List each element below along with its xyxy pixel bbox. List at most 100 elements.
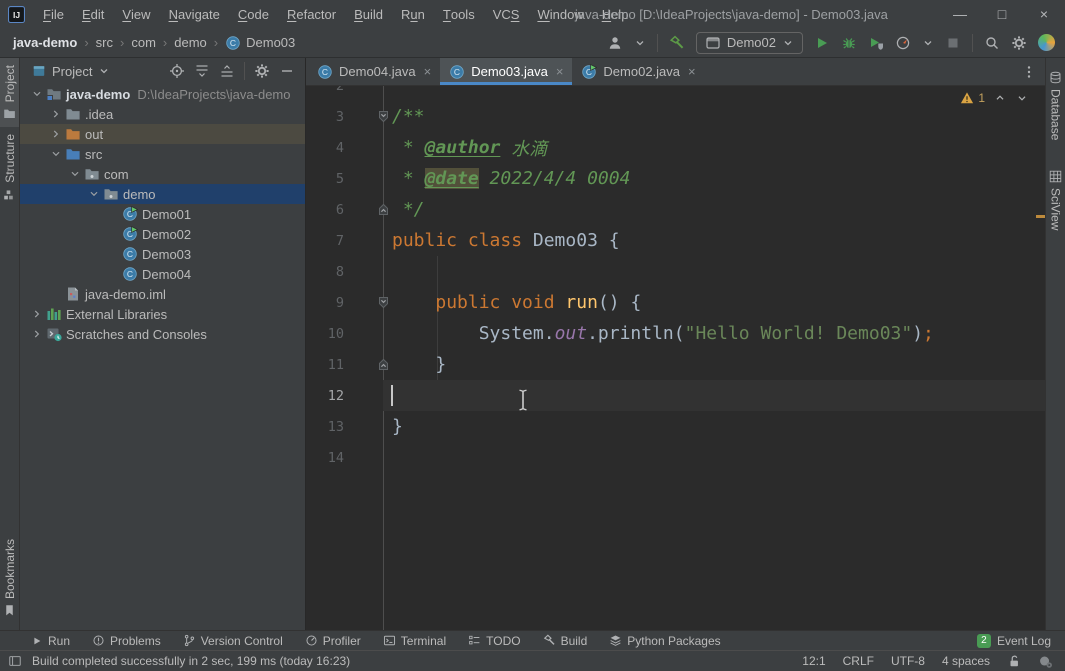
code-line-5[interactable]: 5 * @date 2022/4/4 0004 [306,163,1045,194]
tab-close-icon[interactable]: × [556,64,564,79]
code-line-3[interactable]: 3 /** [306,101,1045,132]
editor-tab-Demo04.java[interactable]: C Demo04.java × [308,58,440,85]
colorful-sphere-plugin-icon[interactable] [1038,34,1055,51]
tree-item-com[interactable]: com [20,164,305,184]
toolwindow-button-build[interactable]: Build [532,631,599,650]
code-line-text[interactable]: } [383,349,1045,380]
tree-closed-arrow-icon[interactable] [28,307,46,321]
menu-vcs[interactable]: VC S [484,0,529,28]
tree-item-Demo01[interactable]: C Demo01 [20,204,305,224]
run-configuration-select[interactable]: Demo02 [695,31,803,54]
fold-marker-icon[interactable] [377,358,390,375]
inspection-widget[interactable]: 1 [960,91,1029,105]
settings-gear-icon[interactable] [1011,35,1027,51]
tree-item-Demo02[interactable]: C Demo02 [20,224,305,244]
tab-close-icon[interactable]: × [424,64,432,79]
editor-tab-Demo02.java[interactable]: C Demo02.java × [572,58,704,85]
file-encoding[interactable]: UTF-8 [891,654,925,668]
tree-open-arrow-icon[interactable] [28,87,46,101]
fold-open-icon[interactable] [344,287,388,318]
run-button[interactable] [814,35,830,51]
fold-marker-icon[interactable] [377,203,390,220]
profiler-button[interactable] [895,35,911,51]
breadcrumb-item-java-demo[interactable]: java-demo [13,35,77,50]
code-line-text[interactable] [383,380,1045,411]
editor-tab-Demo03.java[interactable]: C Demo03.java × [440,58,573,85]
tree-item-External Libraries[interactable]: External Libraries [20,304,305,324]
menu-build[interactable]: Build [345,0,392,28]
tab-options-kebab-icon[interactable] [1021,64,1045,80]
breadcrumb-item-com[interactable]: com [131,35,156,50]
code-line-12[interactable]: 12 [306,380,1045,411]
tree-closed-arrow-icon[interactable] [47,127,65,141]
error-stripe-warning-mark[interactable] [1036,215,1045,218]
collapse-all-icon[interactable] [219,63,235,79]
stripe-tab-structure[interactable]: Structure [0,127,19,208]
code-line-text[interactable]: * @date 2022/4/4 0004 [383,163,1045,194]
breadcrumb-item-Demo03[interactable]: C Demo03 [225,35,295,51]
code-line-9[interactable]: 9 public void run() { [306,287,1045,318]
menu-navigate[interactable]: Navigate [160,0,229,28]
tab-close-icon[interactable]: × [688,64,696,79]
code-line-text[interactable]: * @author 水滴 [383,132,1045,163]
fold-marker-icon[interactable] [377,296,390,313]
chevron-down-icon[interactable] [922,37,934,49]
breadcrumb-item-src[interactable]: src [96,35,113,50]
tree-item-src[interactable]: src [20,144,305,164]
stripe-tab-database[interactable]: Database [1046,64,1065,147]
code-line-text[interactable] [383,86,1045,101]
toolwindow-button-problems[interactable]: Problems [81,631,172,650]
event-log-button[interactable]: 2 Event Log [976,633,1051,648]
code-line-text[interactable]: public class Demo03 { [383,225,1045,256]
menu-refactor[interactable]: Refactor [278,0,345,28]
breadcrumb-item-demo[interactable]: demo [174,35,207,50]
tree-open-arrow-icon[interactable] [85,187,103,201]
code-line-6[interactable]: 6 */ [306,194,1045,225]
lock-open-icon[interactable] [1007,654,1021,668]
tree-open-arrow-icon[interactable] [66,167,84,181]
user-icon[interactable] [607,35,623,51]
stripe-tab-sciview[interactable]: SciView [1046,163,1065,237]
minimize-button[interactable]: — [939,0,981,28]
project-panel-title[interactable]: Project [52,64,92,79]
code-line-4[interactable]: 4 * @author 水滴 [306,132,1045,163]
next-problem-icon[interactable] [1015,91,1029,105]
code-line-text[interactable]: System. out .println("Hello World! Demo03"… [383,318,1045,349]
tree-item-demo[interactable]: demo [20,184,305,204]
code-line-13[interactable]: 13} [306,411,1045,442]
menu-code[interactable]: Code [229,0,278,28]
menu-run[interactable]: Run [392,0,434,28]
tree-item-out[interactable]: out [20,124,305,144]
code-line-10[interactable]: 10 System. out .println("Hello World! Demo… [306,318,1045,349]
debug-button[interactable] [841,35,857,51]
code-line-text[interactable]: public void run() { [383,287,1045,318]
toolwindow-toggle-icon[interactable] [8,654,22,668]
fold-close-icon[interactable] [344,194,388,225]
expand-all-icon[interactable] [194,63,210,79]
tree-item-Scratches and Consoles[interactable]: Scratches and Consoles [20,324,305,344]
code-line-2[interactable]: 2 [306,86,1045,101]
menu-tools[interactable]: Tools [434,0,484,28]
tree-item-.idea[interactable]: .idea [20,104,305,124]
previous-problem-icon[interactable] [993,91,1007,105]
toolwindow-button-terminal[interactable]: Terminal [372,631,457,650]
run-with-coverage-button[interactable] [868,35,884,51]
tree-item-Demo03[interactable]: C Demo03 [20,244,305,264]
code-line-11[interactable]: 11 } [306,349,1045,380]
code-line-text[interactable]: } [383,411,1045,442]
code-line-8[interactable]: 8 [306,256,1045,287]
code-editor[interactable]: 23/**4 * @author 水滴5 * @date 2022/4/4 00… [306,86,1045,630]
build-hammer-icon[interactable] [669,35,685,51]
code-line-text[interactable]: */ [383,194,1045,225]
hide-panel-icon[interactable] [279,63,295,79]
code-line-7[interactable]: 7 public class Demo03 { [306,225,1045,256]
stripe-tab-project[interactable]: Project [0,58,19,128]
code-line-14[interactable]: 14 [306,442,1045,473]
indent-size[interactable]: 4 spaces [942,654,990,668]
tree-item-java-demo[interactable]: java-demo D:\IdeaProjects\java-demo [20,84,305,104]
code-line-text[interactable] [383,256,1045,287]
stripe-tab-bookmarks[interactable]: Bookmarks [0,532,19,624]
locate-file-icon[interactable] [169,63,185,79]
close-button[interactable]: × [1023,0,1065,28]
code-line-text[interactable] [383,442,1045,473]
